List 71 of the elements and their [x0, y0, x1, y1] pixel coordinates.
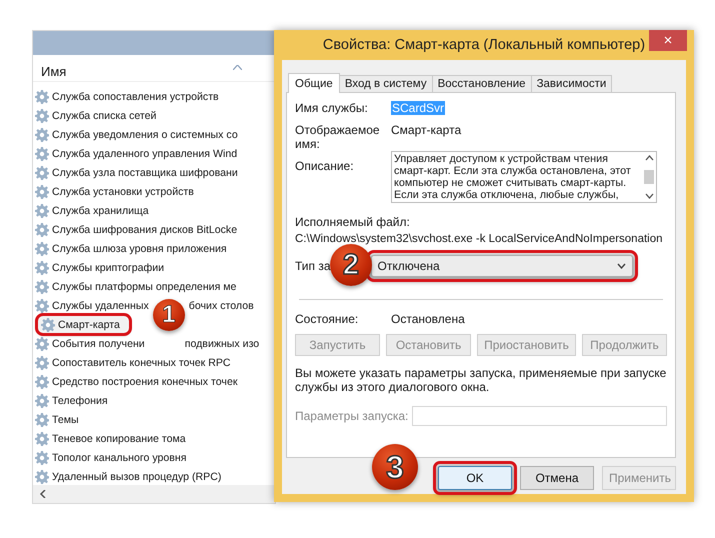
- close-button[interactable]: ×: [649, 30, 687, 51]
- gear-icon: [35, 222, 49, 236]
- chevron-down-icon: [616, 263, 626, 269]
- service-item[interactable]: Служба установки устройств: [33, 182, 194, 201]
- service-item[interactable]: Телефония: [33, 391, 108, 410]
- service-item[interactable]: Средство построения конечных точек: [33, 372, 238, 391]
- service-item[interactable]: Службы платформы определения ме: [33, 277, 236, 296]
- field-label: Исполняемый файл:: [295, 215, 411, 229]
- gear-icon: [35, 260, 49, 274]
- gear-icon: [35, 242, 49, 256]
- horizontal-scrollbar[interactable]: [33, 485, 275, 503]
- gear-icon: [35, 280, 49, 294]
- service-item[interactable]: Сопоставитель конечных точек RPC: [33, 353, 231, 372]
- tab[interactable]: Общие: [288, 73, 340, 93]
- step-badge: 1: [152, 299, 185, 331]
- service-item[interactable]: Смарт-карта: [37, 315, 130, 334]
- scroll-down-icon: [644, 193, 654, 199]
- service-item[interactable]: Служба списка сетей: [33, 106, 156, 125]
- service-item[interactable]: Служба шлюза уровня приложения: [33, 239, 227, 258]
- description-box[interactable]: Управляет доступом к устройствам чтения смарт-карт. Если эта служба остановлена, этот компьютер не сможет считывать смарт-карты. Если эта служба отключена, любые службы,: [391, 151, 657, 203]
- service-item[interactable]: Службы удаленных: [52, 300, 149, 312]
- gear-icon: [35, 166, 49, 180]
- gear-icon: [35, 184, 49, 198]
- gear-icon: [35, 146, 49, 160]
- gear-icon: [35, 394, 49, 408]
- service-item[interactable]: Служба удаленного управления Wind: [33, 144, 238, 163]
- window-title: Свойства: Смарт-карта (Локальный компьютер): [322, 37, 646, 53]
- service-item[interactable]: Служба узла поставщика шифровани: [33, 163, 238, 182]
- status-value: Остановлена: [391, 312, 465, 326]
- gear-icon: [35, 356, 49, 370]
- service-item[interactable]: События получени: [52, 338, 145, 350]
- service-item[interactable]: Службы криптографии: [33, 258, 164, 277]
- display-name-value: Смарт-карта: [391, 123, 462, 137]
- gear-icon: [35, 298, 49, 312]
- hint-text: Вы можете указать параметры запуска, применяемые при запуске службы из этого диалогового окна.: [295, 366, 667, 394]
- gear-icon: [35, 374, 49, 388]
- gear-icon: [35, 90, 49, 104]
- service-item[interactable]: Служба шифрования дисков BitLocke: [33, 220, 238, 239]
- service-item[interactable]: Тополог канального уровня: [33, 448, 187, 467]
- field-label: Отображаемое имя:: [295, 123, 381, 151]
- tab[interactable]: Зависимости: [530, 75, 612, 92]
- service-item[interactable]: Служба уведомления о системных со: [33, 125, 238, 144]
- gear-icon: [35, 108, 49, 122]
- field-label: Состояние:: [295, 312, 360, 326]
- field-label: Параметры запуска:: [295, 409, 408, 423]
- gear-icon: [35, 336, 49, 350]
- service-name-value: SCardSvr: [391, 101, 446, 115]
- service-item[interactable]: бочих столов: [188, 300, 254, 312]
- gear-icon: [41, 318, 55, 332]
- gear-icon: [35, 128, 49, 142]
- scrollbar-thumb[interactable]: [644, 170, 654, 184]
- tab[interactable]: Вход в систему: [338, 75, 433, 92]
- dialog-button[interactable]: Отмена: [520, 466, 594, 490]
- executable-path: C:\Windows\system32\svchost.exe -k LocalServiceAndNoImpersonation: [295, 233, 664, 245]
- field-label: Описание:: [295, 159, 355, 173]
- service-item[interactable]: Служба хранилища: [33, 201, 149, 220]
- gear-icon: [35, 204, 49, 218]
- field-label: Имя службы:: [295, 101, 369, 115]
- scroll-left-icon: [39, 490, 47, 498]
- service-item[interactable]: Служба сопоставления устройств: [33, 87, 219, 106]
- field-label: Тип за: [295, 259, 331, 273]
- service-item[interactable]: Удаленный вызов процедур (RPC): [33, 467, 222, 485]
- service-item[interactable]: подвижных изо: [184, 338, 260, 350]
- tab[interactable]: Восстановление: [432, 75, 532, 92]
- gear-icon: [35, 432, 49, 446]
- service-item[interactable]: Теневое копирование тома: [33, 429, 186, 448]
- service-item[interactable]: Темы: [33, 410, 79, 429]
- gear-icon: [35, 450, 49, 464]
- scroll-up-icon: [644, 155, 654, 161]
- gear-icon: [35, 412, 49, 426]
- gear-icon: [35, 470, 49, 484]
